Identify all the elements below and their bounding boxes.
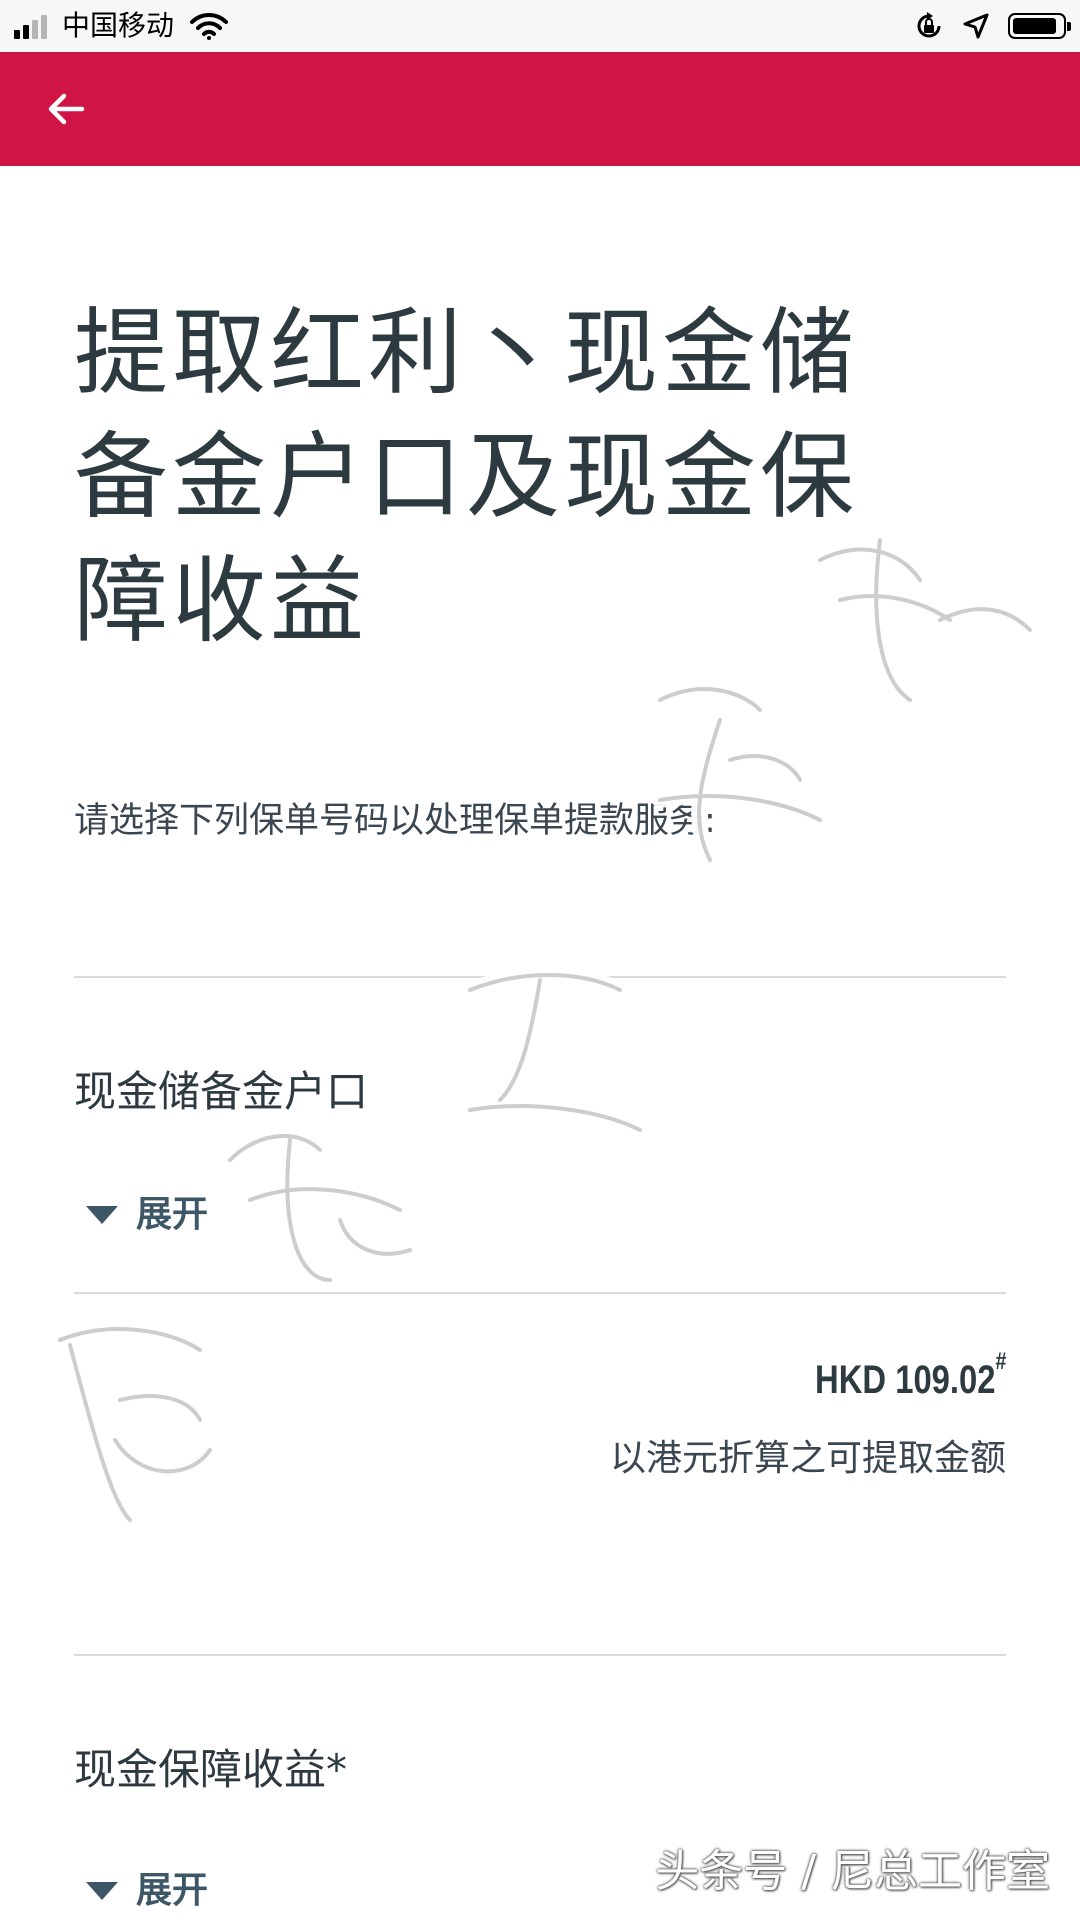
amount-footnote-mark: # xyxy=(995,1348,1006,1375)
wifi-icon xyxy=(190,12,229,40)
location-arrow-icon xyxy=(962,12,990,40)
back-button[interactable] xyxy=(38,81,94,137)
expand-toggle-cash-reserve[interactable]: 展开 xyxy=(86,1190,208,1240)
watermark-strokes xyxy=(52,532,1038,1528)
divider xyxy=(74,1654,1006,1656)
status-left: 中国移动 xyxy=(14,8,229,44)
divider xyxy=(74,1292,1006,1294)
status-bar: 中国移动 xyxy=(0,0,1080,52)
instruction-text: 请选择下列保单号码以处理保单提款服务: xyxy=(74,801,716,841)
battery-icon xyxy=(1008,13,1071,39)
amount-value: HKD 109.02 xyxy=(814,1358,996,1402)
arrow-left-icon xyxy=(48,93,85,125)
divider xyxy=(74,976,1006,978)
section-title-cash-guarantee: 现金保障收益* xyxy=(74,1745,348,1794)
withdrawable-amount: HKD 109.02# xyxy=(815,1350,1006,1410)
status-right xyxy=(896,8,1071,44)
rotation-lock-icon xyxy=(914,11,944,41)
app-bar xyxy=(0,52,1080,166)
signal-icon xyxy=(14,13,50,39)
expand-toggle-cash-guarantee[interactable]: 展开 xyxy=(86,1866,208,1916)
amount-caption: 以港元折算之可提取金额 xyxy=(609,1438,1006,1479)
carrier-name: 中国移动 xyxy=(62,9,175,42)
page-title: 提取红利丶现金储备金户口及现金保障收益 xyxy=(74,299,859,656)
watermark-text: 头条号 / 尼总工作室 xyxy=(655,1846,1050,1897)
triangle-down-icon xyxy=(86,1206,118,1224)
expand-label: 展开 xyxy=(136,1194,209,1235)
section-title-cash-reserve: 现金储备金户口 xyxy=(74,1067,369,1116)
triangle-down-icon xyxy=(86,1882,118,1900)
expand-label: 展开 xyxy=(136,1870,209,1911)
